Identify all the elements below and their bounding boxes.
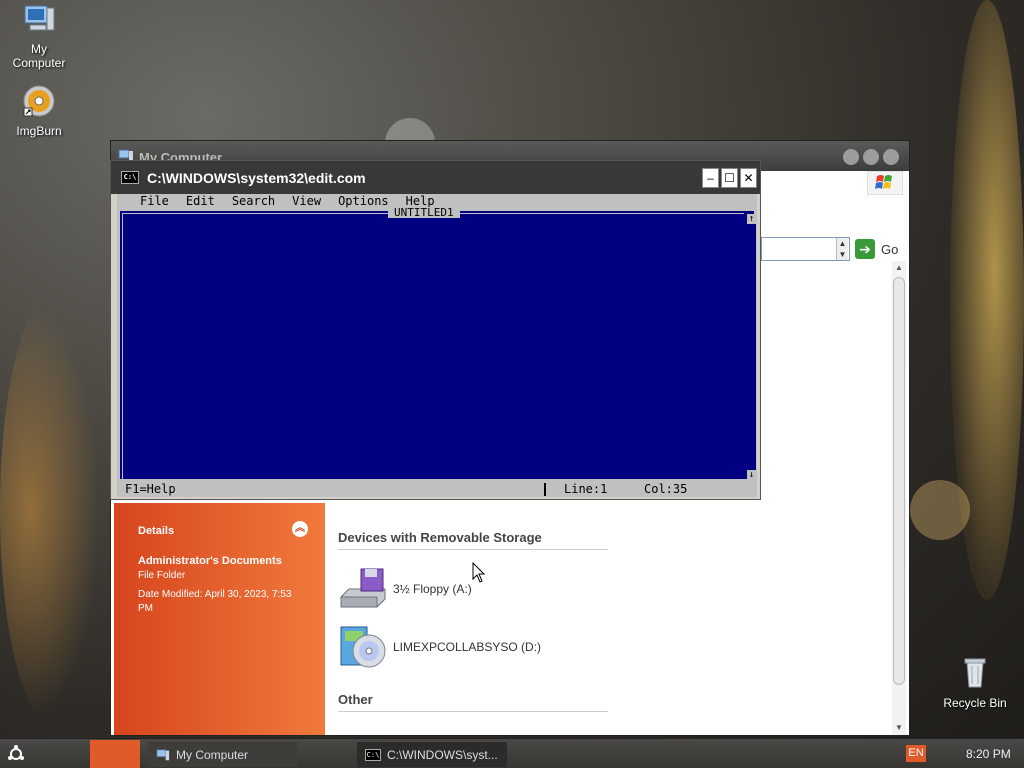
task-label: My Computer xyxy=(176,747,249,762)
console-minimize-button[interactable]: – xyxy=(702,168,719,188)
desktop-icon-imgburn[interactable]: ImgBurn xyxy=(4,84,74,138)
go-button[interactable]: ➔ Go xyxy=(855,239,898,259)
windows-logo-icon xyxy=(867,171,903,195)
menu-file[interactable]: File xyxy=(140,194,169,208)
console-title: C:\WINDOWS\system32\edit.com xyxy=(147,169,366,186)
edit-status-bar: F1=Help Line:1 Col:35 xyxy=(117,482,757,497)
computer-icon xyxy=(156,748,170,760)
floppy-drive-icon xyxy=(340,568,386,608)
minimize-button[interactable] xyxy=(843,149,859,165)
go-label: Go xyxy=(881,241,899,257)
status-line: Line:1 xyxy=(564,482,608,496)
menu-view[interactable]: View xyxy=(292,194,321,208)
console-maximize-button[interactable]: ☐ xyxy=(721,168,738,188)
desktop-icon-label: Recycle Bin xyxy=(943,696,1007,710)
go-arrow-icon: ➔ xyxy=(855,239,875,259)
start-gear-icon xyxy=(8,745,24,760)
computer-icon xyxy=(24,5,55,31)
taskbar-item-edit-console[interactable]: C:\ C:\WINDOWS\syst... xyxy=(357,742,507,767)
maximize-button[interactable] xyxy=(863,149,879,165)
edit-console-window: C:\ C:\WINDOWS\system32\edit.com – ☐ ✕ F… xyxy=(110,160,761,500)
desktop-icon-my-computer[interactable]: My Computer xyxy=(4,2,74,70)
explorer-scrollbar[interactable]: ▲ ▼ xyxy=(892,261,906,735)
console-titlebar[interactable]: C:\ C:\WINDOWS\system32\edit.com xyxy=(111,161,760,194)
edit-screen: File Edit Search View Options Help UNTIT… xyxy=(117,194,757,497)
details-type: File Folder xyxy=(138,570,186,581)
console-icon: C:\ xyxy=(121,171,139,184)
console-close-button[interactable]: ✕ xyxy=(740,168,757,188)
menu-edit[interactable]: Edit xyxy=(186,194,215,208)
task-label: C:\WINDOWS\syst... xyxy=(387,747,498,762)
drive-label: 3½ Floppy (A:) xyxy=(393,582,472,596)
taskbar: My Computer C:\ C:\WINDOWS\syst... EN 8:… xyxy=(0,738,1024,768)
details-pane: Details ︽ Administrator's Documents File… xyxy=(114,503,325,735)
bokeh-light xyxy=(0,300,100,720)
details-name: Administrator's Documents xyxy=(138,555,282,567)
status-help: F1=Help xyxy=(125,482,176,496)
drive-label: LIMEXPCOLLABSYSO (D:) xyxy=(393,640,542,654)
address-dropdown-button[interactable]: ▲ ▼ xyxy=(836,238,848,260)
cd-drive-icon xyxy=(340,626,386,668)
recycle-bin-icon xyxy=(964,658,986,688)
status-col: Col:35 xyxy=(644,482,688,496)
menu-options[interactable]: Options xyxy=(338,194,389,208)
quick-launch-area[interactable] xyxy=(90,740,140,768)
close-button[interactable] xyxy=(883,149,899,165)
group-heading-removable: Devices with Removable Storage xyxy=(338,530,608,550)
console-icon: C:\ xyxy=(365,748,381,761)
desktop-icon-label: ImgBurn xyxy=(16,124,62,138)
desktop-icon-label: My Computer xyxy=(12,42,66,70)
taskbar-item-my-computer[interactable]: My Computer xyxy=(148,742,298,767)
scroll-up-icon[interactable]: ▲ xyxy=(892,261,906,275)
document-title: UNTITLED1 xyxy=(388,207,460,218)
disc-burn-icon xyxy=(23,85,55,117)
edit-scrollbar[interactable]: ↑ ↓ xyxy=(747,214,756,480)
scroll-down-arrow-icon[interactable]: ↓ xyxy=(747,470,756,480)
details-heading: Details xyxy=(138,525,175,537)
mouse-pointer-icon xyxy=(472,562,486,583)
group-heading-other: Other xyxy=(338,692,608,712)
scrollbar-thumb[interactable] xyxy=(893,277,905,685)
bokeh-light xyxy=(950,0,1024,600)
menu-search[interactable]: Search xyxy=(232,194,275,208)
drive-cd-d[interactable]: LIMEXPCOLLABSYSO (D:) xyxy=(339,623,541,671)
desktop-icon-recycle-bin[interactable]: Recycle Bin xyxy=(938,656,1012,710)
start-button[interactable] xyxy=(0,739,32,768)
collapse-chevron-icon[interactable]: ︽ xyxy=(292,521,308,537)
edit-text-area[interactable] xyxy=(117,208,757,482)
drive-floppy-a[interactable]: 3½ Floppy (A:) xyxy=(339,565,472,613)
scroll-down-icon[interactable]: ▼ xyxy=(892,721,906,735)
bokeh-light xyxy=(910,480,970,540)
language-indicator[interactable]: EN xyxy=(906,745,926,762)
details-date-modified: Date Modified: April 30, 2023, 7:53 PM xyxy=(138,589,292,614)
status-separator xyxy=(544,483,546,496)
clock[interactable]: 8:20 PM xyxy=(966,747,1011,761)
scroll-up-arrow-icon[interactable]: ↑ xyxy=(747,214,756,224)
